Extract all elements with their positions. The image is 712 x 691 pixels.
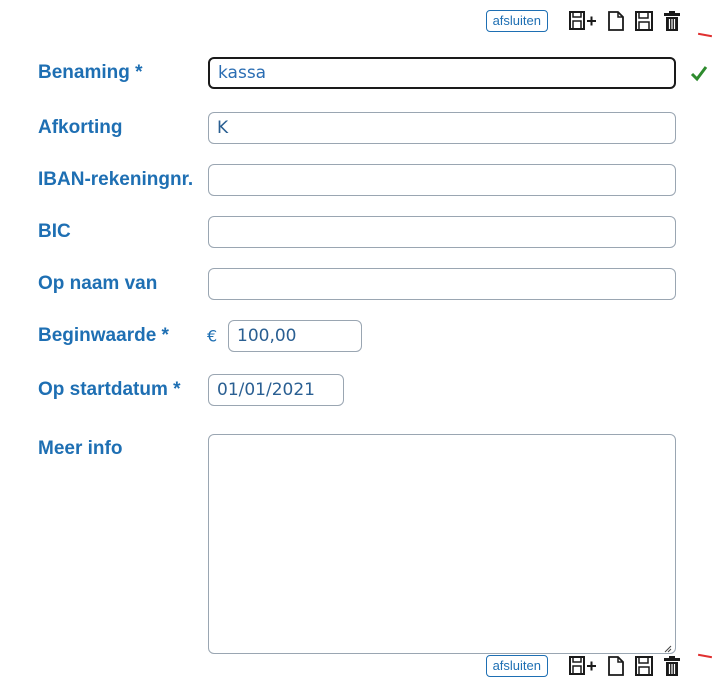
bic-row: BIC xyxy=(38,215,712,249)
top-toolbar: afsluiten xyxy=(485,10,682,32)
save-new-icon[interactable] xyxy=(568,10,598,32)
action-icons xyxy=(568,10,682,32)
new-document-icon[interactable] xyxy=(606,655,626,677)
currency-symbol: € xyxy=(207,326,218,346)
iban-row: IBAN-rekeningnr. xyxy=(38,163,712,197)
red-marker-bottom xyxy=(697,653,712,659)
op-startdatum-row: Op startdatum * 01/01/2021 xyxy=(38,373,712,407)
meer-info-label: Meer info xyxy=(38,438,123,459)
afkorting-row: Afkorting K xyxy=(38,111,712,145)
meer-info-textarea[interactable] xyxy=(208,434,676,654)
beginwaarde-row: Beginwaarde * € 100,00 xyxy=(38,319,712,353)
checkmark-icon xyxy=(690,64,708,82)
iban-input[interactable] xyxy=(208,164,676,196)
save-new-icon[interactable] xyxy=(568,655,598,677)
afkorting-input[interactable]: K xyxy=(208,112,676,144)
bottom-toolbar: afsluiten xyxy=(485,655,682,677)
iban-label: IBAN-rekeningnr. xyxy=(38,169,194,190)
save-icon[interactable] xyxy=(634,10,654,32)
op-startdatum-label: Op startdatum * xyxy=(38,379,181,400)
beginwaarde-input[interactable]: 100,00 xyxy=(228,320,362,352)
close-button-bottom[interactable]: afsluiten xyxy=(485,655,548,677)
trash-icon[interactable] xyxy=(662,10,682,32)
benaming-input[interactable]: kassa xyxy=(208,57,676,89)
op-naam-van-label: Op naam van xyxy=(38,273,158,294)
meer-info-row: Meer info xyxy=(38,434,712,654)
resize-grip-icon[interactable] xyxy=(662,640,672,653)
bic-input[interactable] xyxy=(208,216,676,248)
save-icon[interactable] xyxy=(634,655,654,677)
op-naam-van-input[interactable] xyxy=(208,268,676,300)
close-button[interactable]: afsluiten xyxy=(485,10,548,32)
account-edit-form: afsluiten Benaming * kassa Afkorting K I… xyxy=(0,0,712,691)
benaming-row: Benaming * kassa xyxy=(38,55,712,91)
action-icons-bottom xyxy=(568,655,682,677)
bic-label: BIC xyxy=(38,221,71,242)
new-document-icon[interactable] xyxy=(606,10,626,32)
trash-icon[interactable] xyxy=(662,655,682,677)
red-marker xyxy=(697,32,712,38)
op-startdatum-input[interactable]: 01/01/2021 xyxy=(208,374,344,406)
afkorting-label: Afkorting xyxy=(38,117,123,138)
op-naam-van-row: Op naam van xyxy=(38,267,712,301)
benaming-label: Benaming * xyxy=(38,62,143,83)
beginwaarde-label: Beginwaarde * xyxy=(38,325,169,346)
